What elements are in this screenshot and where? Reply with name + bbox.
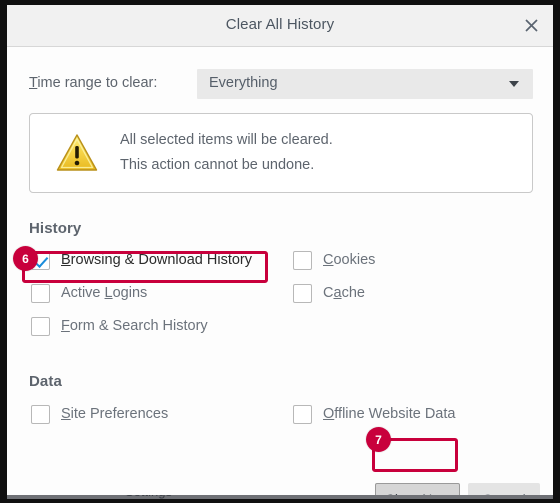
annotation-badge-6: 6 <box>13 246 38 271</box>
checkbox-site-preferences[interactable] <box>31 404 50 424</box>
warning-line-1: All selected items will be cleared. <box>120 132 333 148</box>
checkbox-label-site-preferences: Site Preferences <box>61 406 168 422</box>
time-range-label-rest: ime range to clear: <box>37 75 158 91</box>
warning-triangle-icon <box>56 133 98 173</box>
checkbox-row-cookies[interactable]: Cookies <box>293 248 375 272</box>
accel-active-logins: L <box>104 285 113 301</box>
accel-site-prefs: S <box>61 406 71 422</box>
accel-cookies: C <box>323 252 334 268</box>
clear-now-button[interactable]: Clear Now <box>375 483 460 495</box>
label-rest-form: orm & Search History <box>69 318 208 334</box>
checkbox-row-cache[interactable]: Cache <box>293 281 365 305</box>
label-rest-offline: ffline Website Data <box>334 406 456 422</box>
dialog-title: Clear All History <box>225 16 335 33</box>
warning-text: All selected items will be cleared. This… <box>120 128 333 178</box>
checkbox-label-offline-website-data: Offline Website Data <box>323 406 455 422</box>
label-rest-cache: che <box>341 285 365 301</box>
time-range-select[interactable]: Everything <box>197 69 533 99</box>
checkbox-label-cookies: Cookies <box>323 252 375 268</box>
label-pre-active-logins: Active <box>61 285 105 301</box>
checkbox-label-browsing-download-history: Browsing & Download History <box>61 252 252 268</box>
checkbox-label-cache: Cache <box>323 285 365 301</box>
close-icon[interactable] <box>518 13 544 37</box>
history-section-heading: History <box>29 220 82 237</box>
checkbox-label-active-logins: Active Logins <box>61 285 147 301</box>
label-rest-active-logins: ogins <box>112 285 148 301</box>
label-rest-browsing: rowsing & Download History <box>70 252 252 268</box>
time-range-selected-value: Everything <box>209 75 278 91</box>
annotation-badge-7: 7 <box>366 427 391 452</box>
checkbox-offline-website-data[interactable] <box>293 404 312 424</box>
accel-offline: O <box>323 406 335 422</box>
accel-cache: a <box>333 285 342 301</box>
checkbox-row-active-logins[interactable]: Active Logins <box>31 281 147 305</box>
bottom-clipped-strip: Settings <box>7 495 553 499</box>
bottom-clipped-text: Settings <box>125 495 172 499</box>
warning-line-2: This action cannot be undone. <box>120 157 315 173</box>
dialog-body: Time range to clear: Everything All sele… <box>7 47 553 495</box>
cancel-button[interactable]: Cancel <box>468 483 540 495</box>
label-rest-cookies: ookies <box>333 252 376 268</box>
label-pre-cache: C <box>323 285 334 301</box>
chevron-down-icon <box>509 81 519 87</box>
checkbox-label-form-search-history: Form & Search History <box>61 318 208 334</box>
checkbox-cache[interactable] <box>293 283 312 303</box>
accel-form: F <box>61 318 70 334</box>
data-section-heading: Data <box>29 373 62 390</box>
clear-all-history-dialog: Clear All History Time range to clear: E… <box>7 5 553 495</box>
checkbox-row-browsing-download-history[interactable]: Browsing & Download History <box>31 248 252 272</box>
checkbox-row-form-search-history[interactable]: Form & Search History <box>31 314 208 338</box>
label-rest-site-prefs: ite Preferences <box>70 406 169 422</box>
checkbox-row-offline-website-data[interactable]: Offline Website Data <box>293 402 455 426</box>
checkbox-row-site-preferences[interactable]: Site Preferences <box>31 402 168 426</box>
time-range-label: Time range to clear: <box>29 75 157 91</box>
accel-browsing: B <box>61 252 71 268</box>
warning-box: All selected items will be cleared. This… <box>29 113 533 193</box>
time-range-row: Time range to clear: Everything <box>29 69 533 99</box>
checkbox-active-logins[interactable] <box>31 283 50 303</box>
screen-root: Clear All History Time range to clear: E… <box>0 0 560 503</box>
checkbox-cookies[interactable] <box>293 250 312 270</box>
checkbox-form-search-history[interactable] <box>31 316 50 336</box>
dialog-titlebar: Clear All History <box>7 5 553 47</box>
